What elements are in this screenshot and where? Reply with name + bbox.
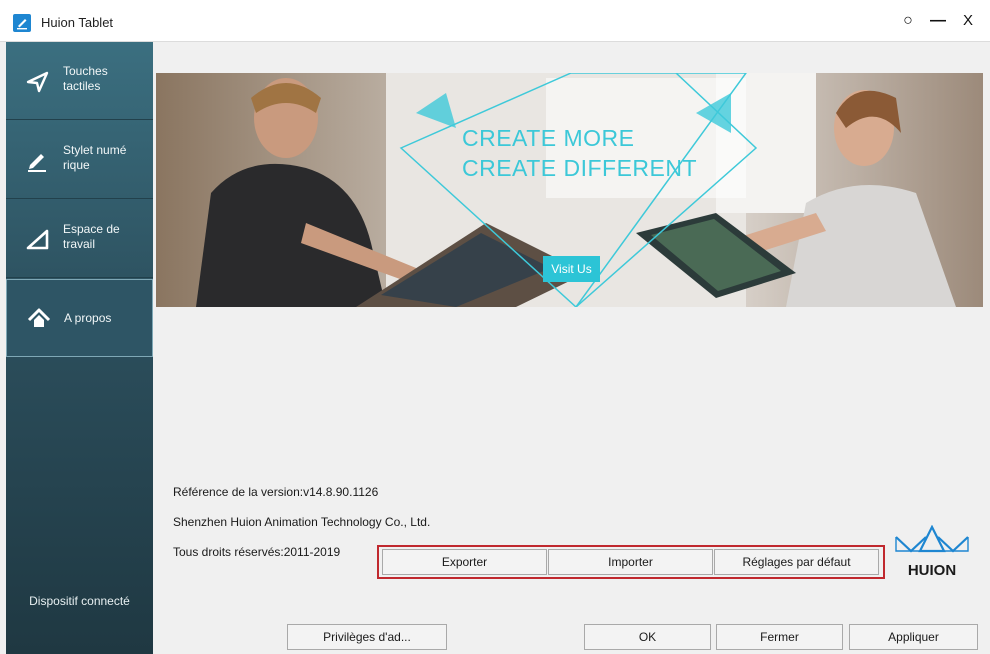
export-button[interactable]: Exporter: [382, 549, 547, 575]
sidebar-item-workspace[interactable]: Espace de travail: [6, 200, 153, 278]
huion-logo: HUION: [893, 524, 971, 585]
company-text: Shenzhen Huion Animation Technology Co.,…: [173, 515, 431, 529]
version-text: Référence de la version:v14.8.90.1126: [173, 485, 379, 499]
sidebar-item-label: Touches tactiles: [63, 64, 108, 93]
app-logo-icon: [13, 14, 31, 32]
close-button[interactable]: Fermer: [716, 624, 843, 650]
settings-icon[interactable]: ○: [895, 8, 921, 34]
sidebar-item-about[interactable]: A propos: [6, 279, 153, 357]
minimize-button[interactable]: —: [925, 8, 951, 34]
pen-icon: [25, 147, 51, 173]
triangle-workspace-icon: [25, 226, 51, 252]
reset-defaults-button[interactable]: Réglages par défaut: [714, 549, 879, 575]
copyright-text: Tous droits réservés:2011-2019: [173, 545, 341, 559]
sidebar-item-label: Espace de travail: [63, 222, 120, 251]
logo-text: HUION: [908, 562, 956, 579]
ok-button[interactable]: OK: [584, 624, 711, 650]
import-button[interactable]: Importer: [548, 549, 713, 575]
home-icon: [26, 306, 52, 332]
apply-button[interactable]: Appliquer: [849, 624, 978, 650]
sidebar-item-pen[interactable]: Stylet numé rique: [6, 121, 153, 199]
title-bar: Huion Tablet ○ — X: [0, 0, 990, 42]
sidebar: Touches tactiles Stylet numé rique Espac…: [6, 42, 153, 654]
banner-headline-1: CREATE MORE: [462, 125, 635, 151]
sidebar-item-label: A propos: [64, 311, 112, 325]
close-window-button[interactable]: X: [955, 8, 981, 34]
touch-arrow-icon: [25, 68, 51, 94]
device-status: Dispositif connecté: [29, 594, 130, 608]
admin-privileges-button[interactable]: Privilèges d'ad...: [287, 624, 447, 650]
sidebar-item-touch[interactable]: Touches tactiles: [6, 42, 153, 120]
window-title: Huion Tablet: [41, 15, 114, 30]
promo-banner[interactable]: CREATE MORE CREATE DIFFERENT Visit Us: [156, 73, 983, 307]
sidebar-item-label: Stylet numé rique: [63, 143, 127, 172]
banner-headline-2: CREATE DIFFERENT: [462, 155, 698, 181]
visit-us-button[interactable]: Visit Us: [543, 256, 600, 282]
